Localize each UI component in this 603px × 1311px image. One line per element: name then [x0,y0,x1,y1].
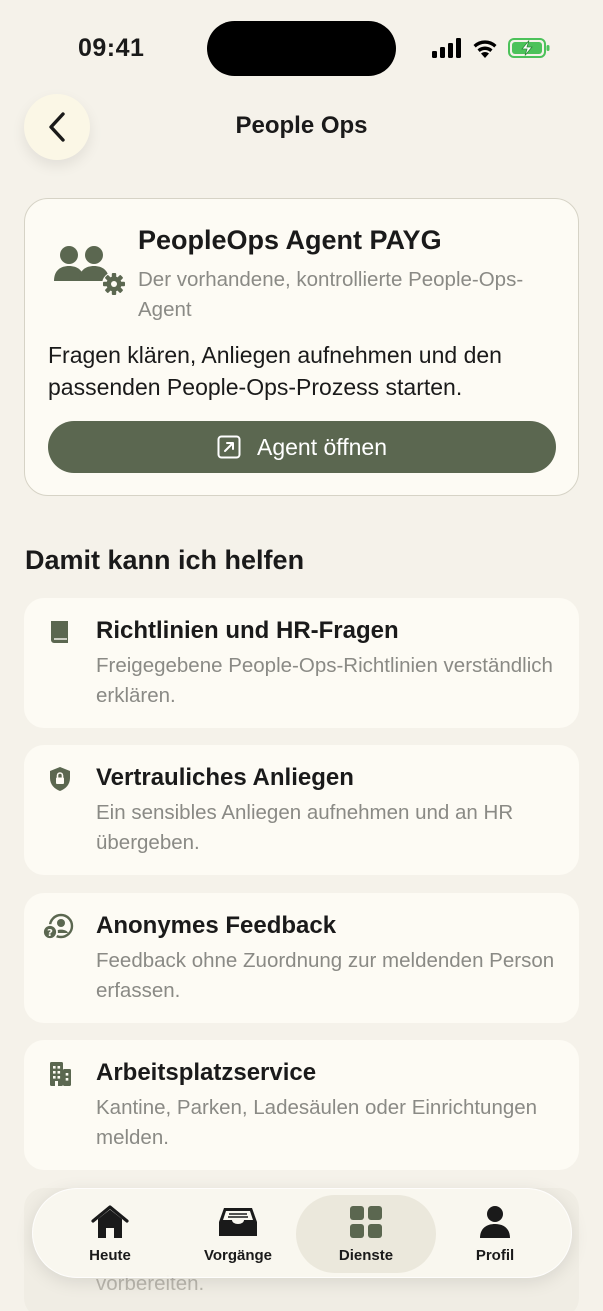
open-agent-label: Agent öffnen [256,433,388,460]
battery-charging-icon [508,38,550,58]
service-description: Freigegebene People-Ops-Richtlinien vers… [96,654,553,707]
service-description: Kantine, Parken, Ladesäulen oder Einrich… [96,1096,538,1149]
svg-text:?: ? [47,928,53,939]
tab-label: Profil [475,1247,515,1264]
grid-icon [350,1206,382,1238]
book-icon [51,621,68,643]
tab-bar: Heute Vorgänge Dienste Profil [32,1188,572,1278]
home-icon [91,1205,129,1238]
agent-description: Fragen klären, Anliegen aufnehmen und de… [48,342,502,400]
tab-label: Heute [89,1247,131,1264]
cellular-signal-icon [432,38,461,58]
building-icon [50,1062,71,1086]
anonymous-person-icon: ? [42,913,74,940]
service-card-feedback[interactable]: ? Anonymes Feedback Feedback ohne Zuordn… [24,893,579,1023]
tab-heute[interactable]: Heute [45,1189,175,1279]
service-card-vertraulich[interactable]: Vertrauliches Anliegen Ein sensibles Anl… [24,745,579,875]
tab-label: Vorgänge [203,1247,273,1264]
agent-subtitle: Der vorhandene, kontrollierte People-Ops… [138,268,524,321]
status-time: 09:41 [78,34,145,62]
agent-title: PeopleOps Agent PAYG [138,225,442,255]
shield-lock-icon [50,767,70,791]
open-agent-button[interactable]: Agent öffnen [48,421,556,473]
section-title: Damit kann ich helfen [25,545,305,575]
external-link-icon [217,435,241,459]
service-title: Arbeitsplatzservice [96,1059,317,1086]
person-icon [480,1206,510,1238]
agent-card: PeopleOps Agent PAYG Der vorhandene, kon… [24,198,579,496]
tab-vorgaenge[interactable]: Vorgänge [173,1189,303,1279]
tab-profil[interactable]: Profil [430,1189,560,1279]
service-title: Richtlinien und HR-Fragen [96,617,399,644]
tab-dienste[interactable]: Dienste [296,1195,436,1273]
service-card-arbeitsplatz[interactable]: Arbeitsplatzservice Kantine, Parken, Lad… [24,1040,579,1170]
service-title: Anonymes Feedback [96,912,337,939]
wifi-icon [473,40,497,58]
service-title: Vertrauliches Anliegen [96,764,354,791]
service-card-richtlinien[interactable]: Richtlinien und HR-Fragen Freigegebene P… [24,598,579,728]
inbox-tray-icon [219,1208,257,1236]
tab-label: Dienste [338,1247,394,1264]
service-description: Feedback ohne Zuordnung zur meldenden Pe… [96,949,555,1002]
status-bar: 09:41 [0,0,603,96]
dynamic-island [207,21,396,76]
page-title: People Ops [235,112,368,139]
service-description: Ein sensibles Anliegen aufnehmen und an … [96,801,514,854]
people-settings-icon [54,246,126,296]
